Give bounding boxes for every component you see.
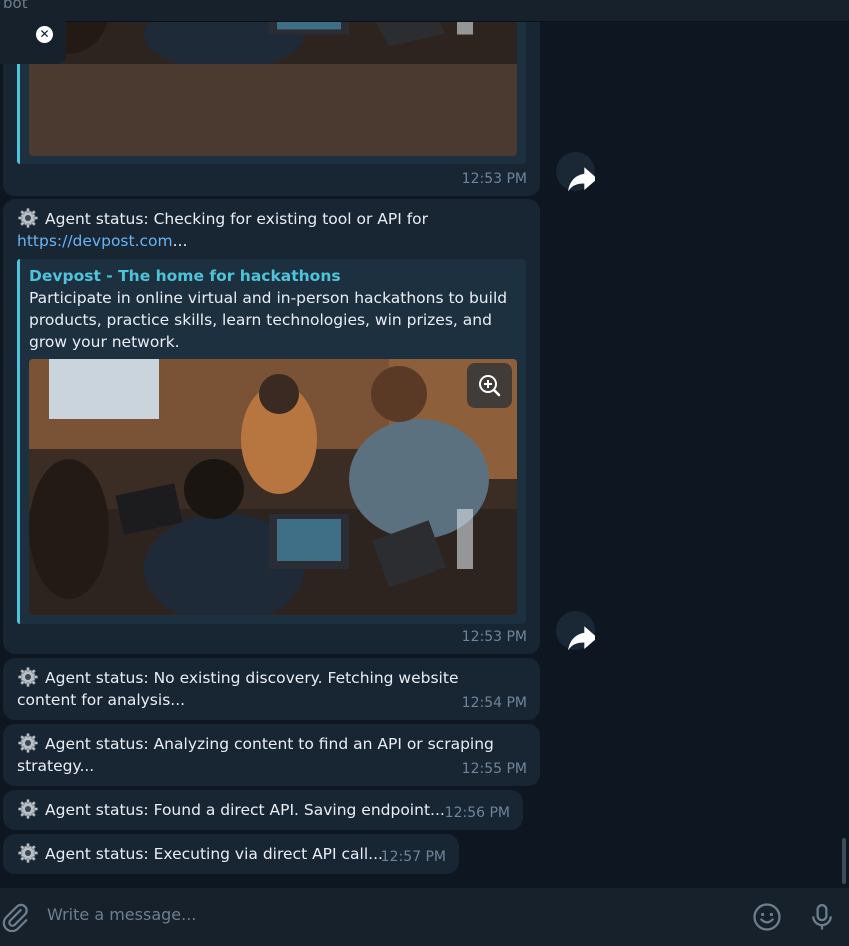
message-link[interactable]: https://devpost.com: [17, 232, 173, 250]
scrollbar-thumb[interactable]: [842, 838, 846, 884]
message-time: 12:54 PM: [461, 695, 527, 711]
gear-icon: [17, 798, 39, 820]
message-text: Agent status: Found a direct API. Saving…: [17, 798, 445, 821]
gear-icon: [17, 207, 39, 229]
zoom-button[interactable]: [467, 363, 512, 408]
microphone-icon[interactable]: [807, 902, 837, 932]
preview-image[interactable]: [29, 359, 517, 615]
message-time: 12:53 PM: [461, 171, 527, 187]
share-icon[interactable]: [556, 611, 595, 650]
message-time: 12:56 PM: [444, 805, 510, 821]
message-bubble[interactable]: Agent status: Analyzing content to find …: [3, 724, 540, 786]
message-time: 12:55 PM: [461, 761, 527, 777]
close-pinned-button[interactable]: ✕: [0, 17, 66, 64]
preview-image[interactable]: [29, 22, 517, 156]
preview-accent-bar: [17, 259, 20, 624]
gear-icon: [17, 666, 39, 688]
message-bubble[interactable]: Agent status: Executing via direct API c…: [3, 834, 459, 874]
message-composer: Write a message...: [0, 888, 849, 946]
message-bubble[interactable]: Agent status: No existing discovery. Fet…: [3, 658, 540, 720]
close-icon[interactable]: ✕: [36, 26, 53, 43]
emoji-icon[interactable]: [752, 902, 782, 932]
link-preview[interactable]: [17, 22, 526, 164]
message-text: Agent status: Executing via direct API c…: [17, 842, 383, 865]
message-list[interactable]: 12:53 PM Agent status: Checking for exis…: [0, 22, 849, 888]
chat-title: bot: [3, 0, 28, 12]
message-bubble[interactable]: Agent status: Found a direct API. Saving…: [3, 790, 523, 830]
preview-photo: [29, 359, 517, 615]
link-preview[interactable]: Devpost - The home for hackathons Partic…: [17, 259, 526, 624]
message-text: Agent status: Checking for existing tool…: [17, 207, 528, 252]
preview-photo: [29, 22, 517, 156]
gear-icon: [17, 842, 39, 864]
preview-description: Participate in online virtual and in-per…: [29, 289, 508, 351]
message-input[interactable]: Write a message...: [47, 905, 196, 924]
share-button[interactable]: [556, 152, 595, 191]
paperclip-icon[interactable]: [0, 902, 30, 932]
message-time: 12:57 PM: [380, 849, 446, 865]
share-button[interactable]: [556, 611, 595, 650]
preview-title[interactable]: Devpost - The home for hackathons: [29, 265, 341, 287]
share-icon[interactable]: [556, 152, 595, 191]
message-bubble[interactable]: Agent status: Checking for existing tool…: [3, 199, 540, 654]
gear-icon: [17, 732, 39, 754]
message-time: 12:53 PM: [461, 629, 527, 645]
chat-header: bot: [0, 0, 849, 22]
message-bubble[interactable]: 12:53 PM: [3, 22, 540, 196]
zoom-in-icon[interactable]: [467, 363, 512, 408]
message-text: Agent status: No existing discovery. Fet…: [17, 666, 520, 711]
message-text: Agent status: Analyzing content to find …: [17, 732, 500, 777]
